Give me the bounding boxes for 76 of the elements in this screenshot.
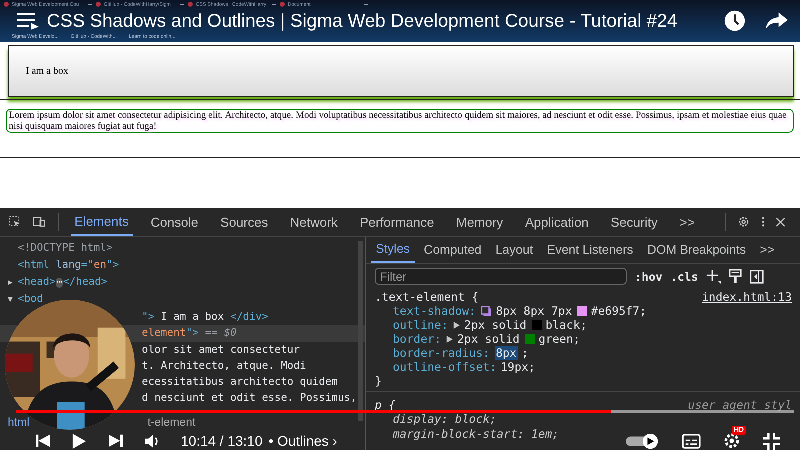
code-line: ▶ <head>⋯</head> — [7, 274, 108, 290]
code-line: <!DOCTYPE html> — [17, 241, 113, 256]
css-property[interactable]: outline: — [393, 318, 448, 332]
previous-icon[interactable] — [36, 434, 50, 448]
plus-icon[interactable] — [706, 269, 722, 284]
more-tabs-button[interactable]: >> — [676, 208, 700, 236]
source-link[interactable]: index.html:13 — [702, 290, 792, 304]
captions-icon[interactable] — [682, 434, 701, 448]
css-value[interactable]: 19px; — [500, 360, 536, 374]
device-icon[interactable] — [32, 214, 46, 230]
css-value[interactable]: 8px 8px 7px — [496, 304, 572, 318]
video-time: 10:14 / 13:10 — [181, 433, 263, 449]
devtools-tab[interactable]: Performance — [356, 208, 438, 236]
css-brace: } — [375, 374, 383, 389]
code-line[interactable]: t. Architecto, atque. Modi — [142, 358, 306, 374]
paint-roller-icon[interactable] — [729, 269, 742, 284]
code-line[interactable]: d nesciunt et odit esse. Possimus, — [142, 390, 357, 406]
devtools-tab[interactable]: Console — [146, 208, 203, 236]
styles-tab[interactable]: Computed — [419, 237, 487, 263]
css-property[interactable]: text-shadow: — [393, 304, 476, 318]
color-swatch[interactable] — [524, 334, 535, 344]
css-value[interactable]: black; — [546, 318, 588, 332]
styles-tab[interactable]: Event Listeners — [542, 237, 638, 263]
breadcrumb[interactable]: html — [8, 417, 30, 429]
clock-icon[interactable] — [724, 10, 746, 32]
video-title[interactable]: CSS Shadows and Outlines | Sigma Web Development Course - Tutorial #24 — [47, 10, 678, 32]
code-line: <html lang="en"> — [17, 258, 120, 273]
css-value[interactable]: 2px solid — [457, 332, 520, 346]
css-property[interactable]: border: — [393, 332, 442, 346]
more-tabs-button[interactable]: >> — [755, 237, 780, 263]
color-swatch[interactable] — [532, 320, 542, 330]
devtools-tab[interactable]: Sources — [216, 208, 272, 236]
css-value[interactable]: #e695f7; — [591, 304, 647, 318]
chapter-link[interactable]: • Outlines › — [268, 433, 338, 449]
devtools-tab[interactable]: Network — [286, 208, 342, 236]
code-line[interactable]: "> I am a box </div> — [142, 309, 268, 326]
css-property[interactable]: outline-offset: — [393, 360, 497, 374]
sidebar-icon[interactable] — [750, 270, 764, 284]
filter-field[interactable]: Filter — [375, 268, 627, 285]
box-text: I am a box — [26, 66, 68, 76]
close-icon[interactable] — [776, 216, 786, 228]
css-value[interactable]: 8px — [494, 346, 518, 360]
settings-icon[interactable] — [723, 432, 741, 450]
paragraph: Lorem ipsum dolor sit amet consectetur adipisicing elit. Architecto, atque. Modi voluptatibus necessitatibus architecto quidem sit maiores, ad nesciunt et odit esse. Possimus, ipsam et molestiae eius quae nisi quisquam maiores fugiat aut fuga! — [6, 109, 794, 133]
css-selector: .text-element { — [375, 290, 479, 304]
share-icon[interactable] — [766, 10, 788, 30]
css-property[interactable]: border-radius: — [393, 346, 490, 360]
styles-tab[interactable]: Layout — [490, 237, 538, 263]
shadow-editor-icon[interactable] — [481, 306, 492, 316]
next-icon[interactable] — [109, 434, 123, 448]
exit-fullscreen-icon[interactable] — [763, 432, 780, 450]
source-label: user agent styl — [688, 398, 792, 412]
inspect-icon[interactable] — [9, 214, 21, 230]
color-swatch[interactable] — [577, 306, 588, 316]
breadcrumb[interactable]: t-element — [148, 417, 196, 429]
play-icon[interactable] — [72, 432, 87, 450]
more-icon[interactable] — [762, 214, 764, 230]
hov-button[interactable]: :hov — [635, 270, 663, 284]
css-value[interactable]: ; — [522, 346, 529, 360]
devtools-tab[interactable]: Application — [521, 208, 593, 236]
code-line[interactable]: ecessitatibus architecto quidem — [142, 374, 338, 390]
cls-button[interactable]: .cls — [670, 270, 698, 284]
devtools-tab[interactable]: Elements — [70, 208, 133, 236]
code-line: ▼ <bod — [7, 292, 44, 308]
devtools-tab[interactable]: Security — [606, 208, 662, 236]
playlist-icon[interactable] — [17, 12, 39, 30]
css-value[interactable]: 2px solid — [464, 318, 527, 332]
css-declaration: margin-block-start: 1em; — [393, 427, 560, 442]
devtools-tab[interactable]: Memory — [452, 208, 508, 236]
autoplay-toggle[interactable] — [626, 432, 660, 450]
styles-tab[interactable]: DOM Breakpoints — [642, 237, 752, 263]
code-line[interactable]: olor sit amet consectetur — [142, 342, 300, 358]
css-value[interactable]: green; — [538, 332, 580, 346]
volume-icon[interactable] — [145, 434, 161, 448]
styles-tab[interactable]: Styles — [371, 237, 416, 263]
css-declaration: display: block; — [393, 412, 497, 427]
